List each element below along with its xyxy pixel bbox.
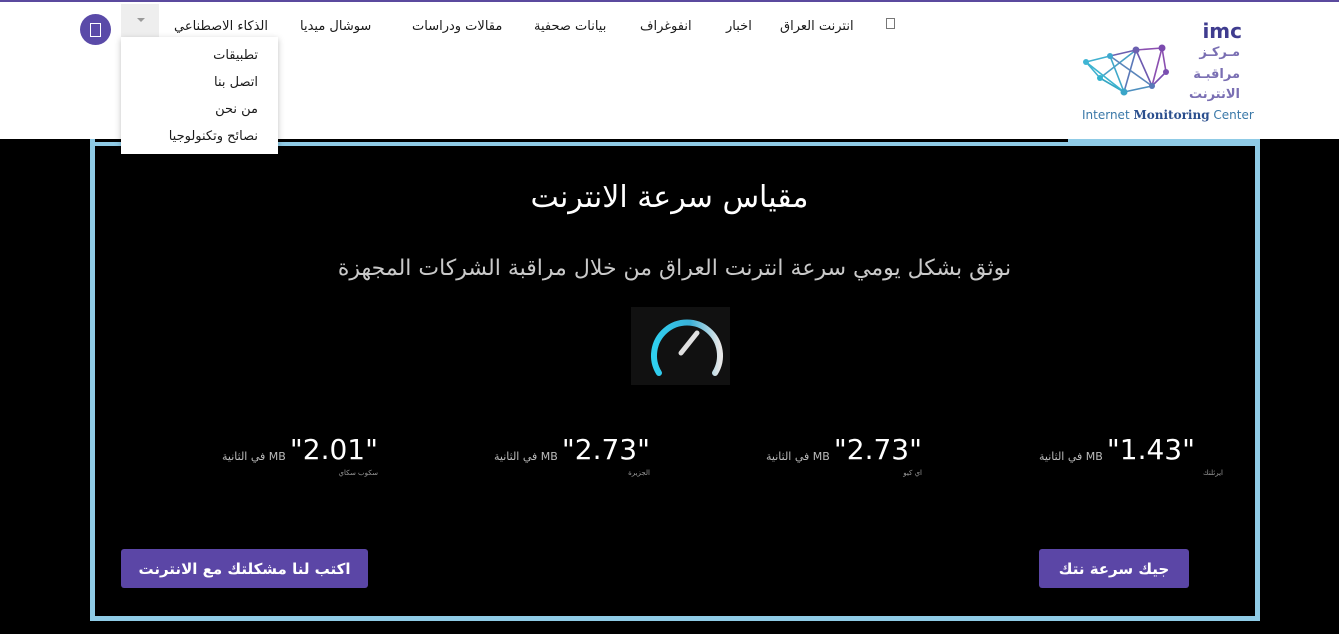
speed-unit: MB في الثانية bbox=[766, 450, 830, 463]
stat-iq: "2.73" MB في الثانية اي كيو bbox=[662, 433, 922, 483]
speed-value: "2.73" bbox=[833, 433, 922, 466]
speed-value: "2.73" bbox=[561, 433, 650, 466]
nav-news[interactable]: اخبار bbox=[726, 19, 752, 34]
logo-line2: مراقبـة bbox=[1193, 67, 1240, 82]
stat-earthlink: "1.43" MB في الثانية ايرثلنك bbox=[935, 433, 1223, 483]
isp-name: سكوب سكاي bbox=[338, 469, 378, 477]
dropdown-about[interactable]: من نحن bbox=[215, 102, 258, 117]
dropdown-contact[interactable]: اتصل بنا bbox=[214, 75, 258, 90]
nav-press-releases[interactable]: بيانات صحفية bbox=[534, 19, 606, 34]
search-toggle-button[interactable] bbox=[80, 14, 111, 45]
logo-line1: مـركـز bbox=[1199, 45, 1240, 60]
report-problem-button[interactable]: اكتب لنا مشكلتك مع الانترنت bbox=[121, 549, 368, 588]
speed-unit: MB في الثانية bbox=[494, 450, 558, 463]
frame-top-border-right bbox=[1068, 139, 1260, 144]
dropdown-apps[interactable]: تطبيقات bbox=[213, 48, 258, 63]
isp-name: الجزيرة bbox=[628, 469, 650, 477]
nav-articles[interactable]: مقالات ودراسات bbox=[412, 19, 502, 34]
more-dropdown-menu: تطبيقات اتصل بنا من نحن نصائح وتكنولوجيا bbox=[121, 37, 278, 154]
speed-value: "2.01" bbox=[289, 433, 378, 466]
page-title: مقياس سرعة الانترنت bbox=[530, 180, 809, 215]
isp-name: اي كيو bbox=[903, 469, 922, 477]
stat-scopesky: "2.01" MB في الثانية سكوب سكاي bbox=[118, 433, 378, 483]
stat-aljazeera: "2.73" MB في الثانية الجزيرة bbox=[390, 433, 650, 483]
nav-ai[interactable]: الذكاء الاصطناعي bbox=[174, 19, 268, 34]
speed-value: "1.43" bbox=[1106, 433, 1195, 466]
nav-infograph[interactable]: انفوغراف bbox=[640, 19, 692, 34]
nav-iraq-internet[interactable]: انترنت العراق bbox=[780, 19, 854, 34]
page-subtitle: نوثق بشكل يومي سرعة انترنت العراق من خلا… bbox=[337, 256, 1012, 281]
dropdown-tips[interactable]: نصائح وتكنولوجيا bbox=[169, 129, 258, 144]
isp-name: ايرثلنك bbox=[1202, 469, 1223, 477]
speedometer-icon bbox=[631, 307, 730, 385]
site-logo[interactable]: imc مـركـز مراقبـة الانترنت Internet Mon… bbox=[1078, 16, 1254, 128]
logo-abbr: imc bbox=[1202, 19, 1242, 43]
more-dropdown-toggle[interactable] bbox=[121, 4, 159, 38]
network-logo-icon bbox=[1083, 44, 1169, 96]
speed-unit: MB في الثانية bbox=[222, 450, 286, 463]
home-icon[interactable] bbox=[886, 18, 895, 29]
logo-english: Internet Monitoring Center bbox=[1082, 108, 1254, 122]
logo-line3: الانترنت bbox=[1188, 87, 1240, 102]
square-icon bbox=[90, 23, 101, 37]
nav-social-media[interactable]: سوشال ميديا bbox=[300, 19, 371, 34]
check-speed-button[interactable]: جيك سرعة نتك bbox=[1039, 549, 1189, 588]
speed-unit: MB في الثانية bbox=[1039, 450, 1103, 463]
